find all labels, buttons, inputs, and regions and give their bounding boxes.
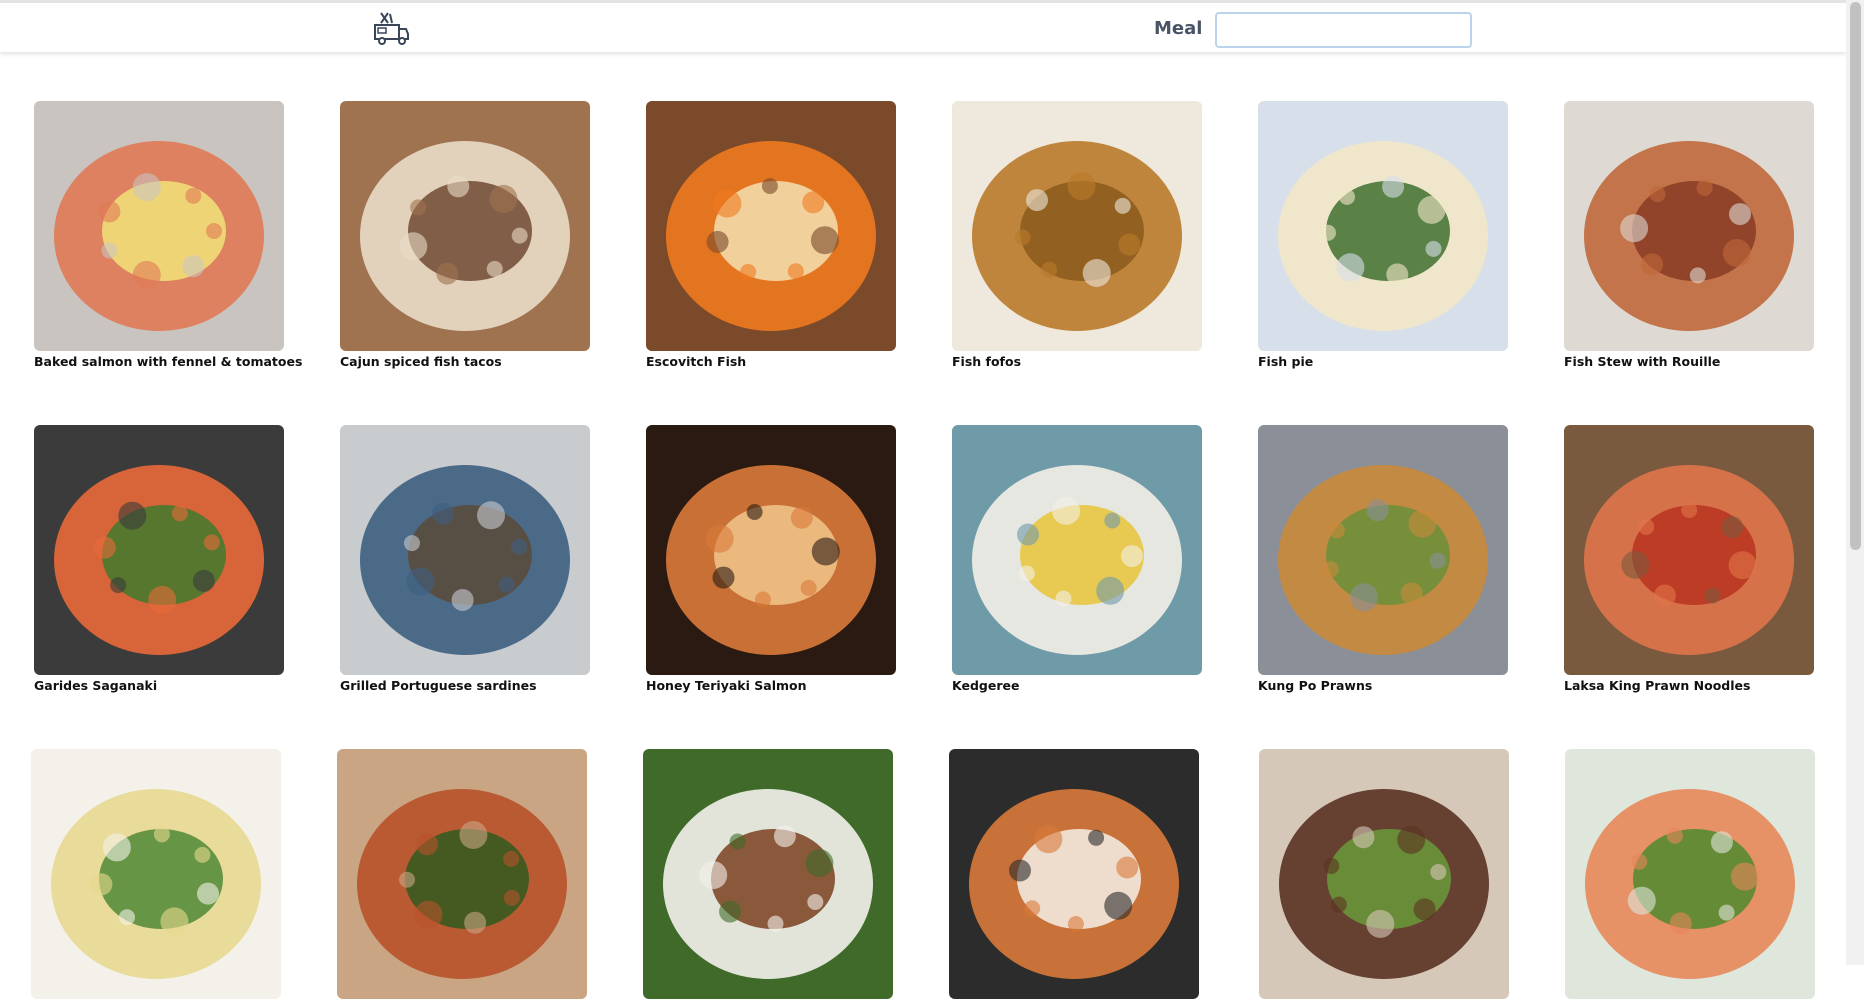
meal-photo xyxy=(1258,425,1508,675)
meal-card[interactable]: Baked salmon with fennel & tomatoes xyxy=(34,101,302,369)
meal-thumbnail[interactable] xyxy=(952,425,1202,675)
meal-thumbnail[interactable] xyxy=(1565,749,1815,999)
meal-thumbnail[interactable] xyxy=(646,425,896,675)
meal-name[interactable]: Fish Stew with Rouille xyxy=(1564,354,1814,369)
meal-card[interactable]: Fish pie xyxy=(1258,101,1508,369)
meal-photo xyxy=(34,101,284,351)
meal-thumbnail[interactable] xyxy=(337,749,587,999)
meal-photo xyxy=(1565,749,1815,999)
meal-card[interactable]: Fish fofos xyxy=(952,101,1202,369)
meal-thumbnail[interactable] xyxy=(34,101,284,351)
meal-name[interactable]: Fish fofos xyxy=(952,354,1202,369)
top-navbar: Meal xyxy=(0,0,1846,52)
meal-search-input[interactable] xyxy=(1215,12,1472,48)
meal-thumbnail[interactable] xyxy=(34,425,284,675)
meal-card[interactable]: Grilled Portuguese sardines xyxy=(340,425,590,693)
meal-photo xyxy=(1259,749,1509,999)
meal-photo xyxy=(340,425,590,675)
meal-card[interactable]: Kung Po Prawns xyxy=(1258,425,1508,693)
meal-name[interactable]: Fish pie xyxy=(1258,354,1508,369)
meal-thumbnail[interactable] xyxy=(1564,425,1814,675)
meal-name[interactable]: Kedgeree xyxy=(952,678,1202,693)
meal-name[interactable]: Baked salmon with fennel & tomatoes xyxy=(34,354,302,369)
meal-photo xyxy=(1564,425,1814,675)
food-truck-icon[interactable] xyxy=(372,11,410,47)
meal-thumbnail[interactable] xyxy=(643,749,893,999)
meal-thumbnail[interactable] xyxy=(646,101,896,351)
meal-thumbnail[interactable] xyxy=(1258,425,1508,675)
scrollbar-thumb[interactable] xyxy=(1850,2,1861,550)
meal-name[interactable]: Honey Teriyaki Salmon xyxy=(646,678,896,693)
meal-photo xyxy=(646,101,896,351)
meal-photo xyxy=(34,425,284,675)
meal-card[interactable] xyxy=(1565,749,1815,1002)
meal-card[interactable]: Laksa King Prawn Noodles xyxy=(1564,425,1814,693)
meal-thumbnail[interactable] xyxy=(340,425,590,675)
meal-thumbnail[interactable] xyxy=(1564,101,1814,351)
meal-thumbnail[interactable] xyxy=(31,749,281,999)
meal-card[interactable]: Escovitch Fish xyxy=(646,101,896,369)
meal-photo xyxy=(31,749,281,999)
meal-search-label: Meal xyxy=(1154,18,1203,39)
meal-photo xyxy=(949,749,1199,999)
meal-photo xyxy=(952,425,1202,675)
meal-photo xyxy=(337,749,587,999)
meal-name[interactable]: Escovitch Fish xyxy=(646,354,896,369)
meal-name[interactable]: Cajun spiced fish tacos xyxy=(340,354,590,369)
meal-card[interactable] xyxy=(31,749,281,1002)
meal-thumbnail[interactable] xyxy=(949,749,1199,999)
meal-photo xyxy=(643,749,893,999)
meal-card[interactable] xyxy=(1259,749,1509,1002)
meal-card[interactable] xyxy=(643,749,893,1002)
meal-thumbnail[interactable] xyxy=(1259,749,1509,999)
meal-card[interactable]: Fish Stew with Rouille xyxy=(1564,101,1814,369)
meal-photo xyxy=(1564,101,1814,351)
meal-photo xyxy=(340,101,590,351)
meal-name[interactable]: Kung Po Prawns xyxy=(1258,678,1508,693)
meal-card[interactable]: Kedgeree xyxy=(952,425,1202,693)
meal-card[interactable] xyxy=(949,749,1199,1002)
meal-name[interactable]: Grilled Portuguese sardines xyxy=(340,678,590,693)
meal-name[interactable]: Garides Saganaki xyxy=(34,678,284,693)
meal-thumbnail[interactable] xyxy=(340,101,590,351)
meal-photo xyxy=(1258,101,1508,351)
meal-card[interactable] xyxy=(337,749,587,1002)
meal-photo xyxy=(952,101,1202,351)
meal-card[interactable]: Garides Saganaki xyxy=(34,425,284,693)
meal-name[interactable]: Laksa King Prawn Noodles xyxy=(1564,678,1814,693)
meal-thumbnail[interactable] xyxy=(1258,101,1508,351)
meal-thumbnail[interactable] xyxy=(952,101,1202,351)
page-scrollbar[interactable] xyxy=(1846,0,1864,965)
meal-card[interactable]: Honey Teriyaki Salmon xyxy=(646,425,896,693)
meal-photo xyxy=(646,425,896,675)
meal-card[interactable]: Cajun spiced fish tacos xyxy=(340,101,590,369)
